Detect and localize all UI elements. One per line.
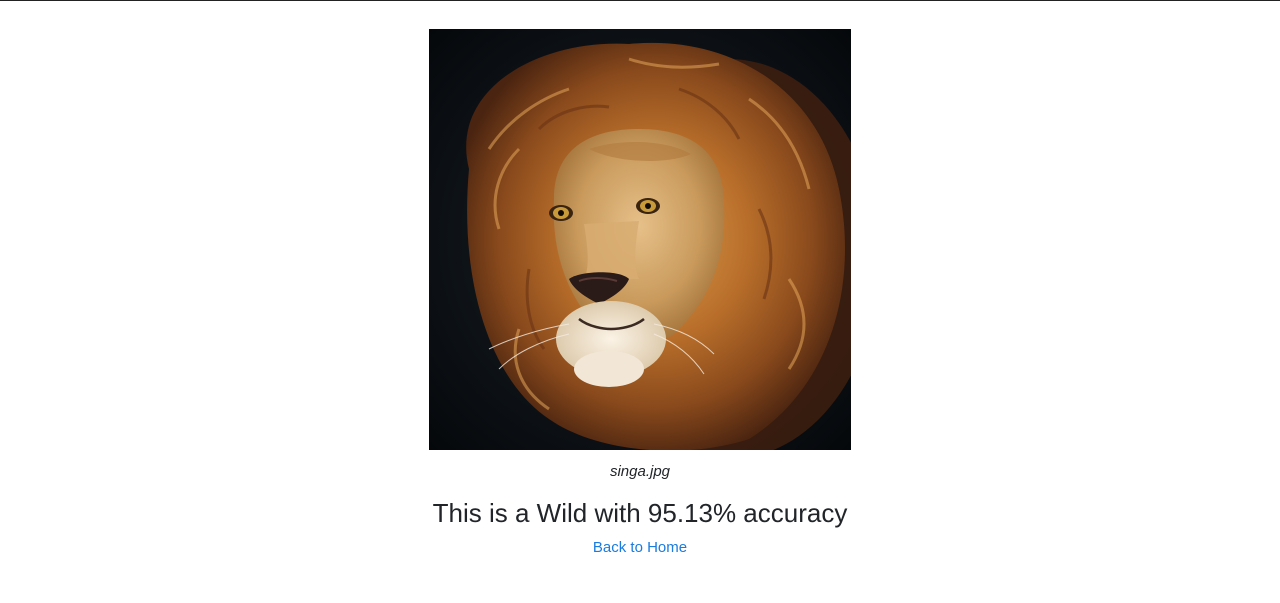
result-page: singa.jpg This is a Wild with 95.13% acc… xyxy=(0,0,1280,603)
uploaded-image xyxy=(429,29,851,450)
lion-photo xyxy=(429,29,851,450)
back-link-container: Back to Home xyxy=(0,539,1280,556)
image-filename-caption: singa.jpg xyxy=(609,463,671,480)
back-to-home-link[interactable]: Back to Home xyxy=(593,539,687,556)
prediction-result: This is a Wild with 95.13% accuracy xyxy=(432,498,848,528)
